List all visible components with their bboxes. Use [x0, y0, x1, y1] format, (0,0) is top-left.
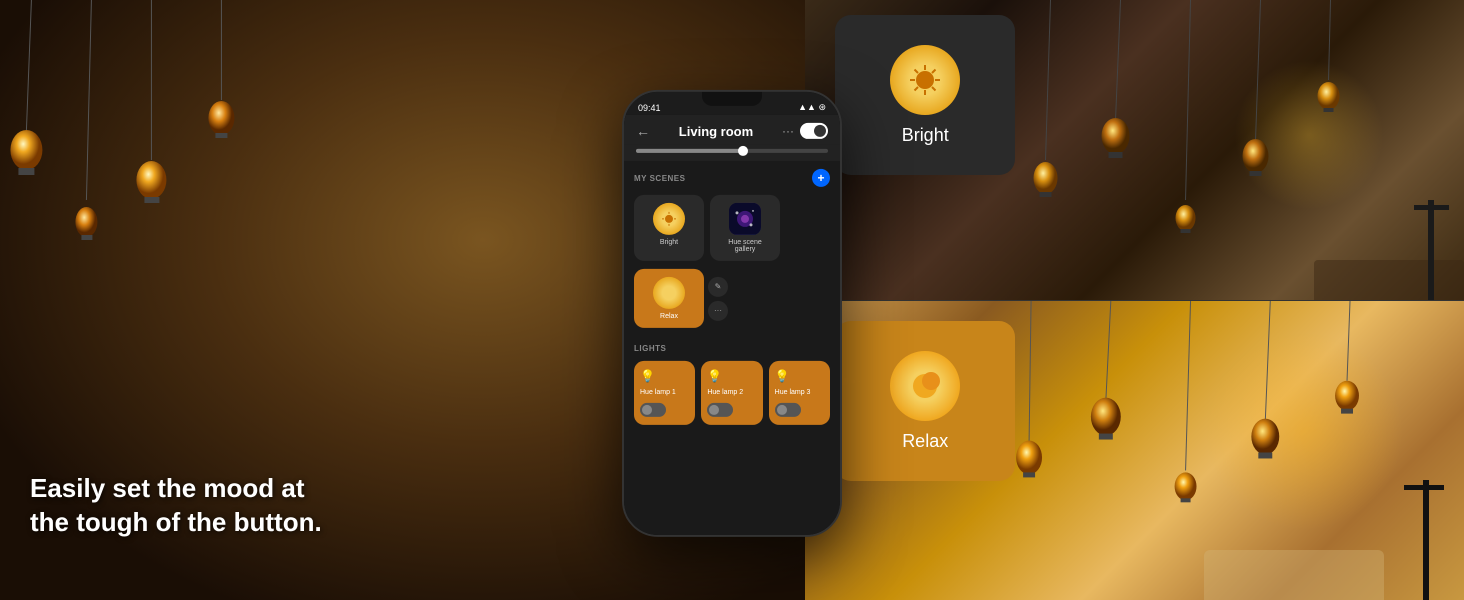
panel-top: Bright [805, 0, 1464, 300]
brightness-control [624, 145, 840, 161]
lights-section: LIGHTS 💡 Hue lamp 1 💡 Hue lamp 2 [624, 344, 840, 433]
brightness-thumb[interactable] [738, 146, 748, 156]
galaxy-icon [729, 203, 761, 235]
bright-icon [890, 45, 960, 115]
bright-scene-card[interactable]: Bright [835, 15, 1015, 175]
lamp-3-icon: 💡 [775, 369, 791, 385]
lamp-3-card[interactable]: 💡 Hue lamp 3 [769, 361, 830, 425]
sofa-hint [1204, 550, 1384, 600]
lamp-1-toggle[interactable] [640, 403, 666, 417]
add-scene-button[interactable]: + [812, 169, 830, 187]
overlay-line2: the tough of the button. [30, 506, 322, 540]
relax-scene-app-label: Relax [660, 313, 678, 320]
phone-mockup: 09:41 ▲▲ ⊛ ← Living room ··· [622, 90, 842, 537]
moon-icon [907, 368, 943, 404]
phone-container: 09:41 ▲▲ ⊛ ← Living room ··· [622, 90, 842, 537]
relax-scene-card[interactable]: Relax [835, 321, 1015, 481]
signal-icons: ▲▲ ⊛ [798, 102, 826, 113]
bright-scene-app-card[interactable]: Bright [634, 195, 704, 261]
brightness-track[interactable] [636, 149, 828, 153]
panel-bottom: Relax [805, 300, 1464, 600]
right-panels: Bright [805, 0, 1464, 600]
relax-controls: ✎ ··· [708, 276, 728, 320]
relax-scene-icon [653, 277, 685, 309]
relax-icon [890, 351, 960, 421]
phone-screen: ← Living room ··· MY SCENES + [624, 115, 840, 535]
lights-grid: 💡 Hue lamp 1 💡 Hue lamp 2 💡 Hue lamp 3 [634, 361, 830, 425]
lamp-1-card[interactable]: 💡 Hue lamp 1 [634, 361, 695, 425]
back-button[interactable]: ← [636, 123, 650, 139]
bright-scene-icon [653, 203, 685, 235]
lamp-3-toggle[interactable] [775, 403, 801, 417]
floor-lamp-arm [1414, 205, 1449, 210]
more-button[interactable]: ··· [782, 124, 794, 138]
edit-scene-button[interactable]: ✎ [708, 276, 728, 296]
floor-lamp-top [1428, 200, 1434, 300]
relax-scene-app-card[interactable]: Relax [634, 269, 704, 328]
scenes-title: MY SCENES [634, 173, 685, 182]
scenes-header: MY SCENES + [634, 169, 830, 187]
lights-title: LIGHTS [634, 344, 666, 353]
header-right: ··· [782, 123, 828, 139]
app-header: ← Living room ··· [624, 115, 840, 145]
bright-scene-app-label: Bright [660, 239, 678, 246]
relax-card-label: Relax [902, 431, 948, 452]
lamp-2-toggle[interactable] [707, 403, 733, 417]
gallery-scene-card[interactable]: Hue scene gallery [710, 195, 780, 261]
gallery-scene-icon [729, 203, 761, 235]
overlay-text: Easily set the mood at the tough of the … [30, 472, 322, 540]
room-title: Living room [679, 123, 753, 138]
lamp-1-label: Hue lamp 1 [640, 389, 676, 397]
lamp-1-icon: 💡 [640, 369, 656, 385]
floor-lamp-bottom [1423, 480, 1429, 600]
relax-scene-row: Relax ✎ ··· [634, 269, 830, 328]
gallery-scene-label: Hue scene gallery [718, 239, 772, 253]
lamp-2-card[interactable]: 💡 Hue lamp 2 [701, 361, 762, 425]
status-bar: 09:41 ▲▲ ⊛ [624, 92, 840, 115]
notch [702, 92, 762, 106]
sun-small-icon [661, 211, 677, 227]
lights-header: LIGHTS [634, 344, 830, 353]
bright-card-label: Bright [902, 125, 949, 146]
scenes-section: MY SCENES + [624, 161, 840, 344]
scenes-grid: Bright [634, 195, 830, 261]
lamp-arm-bottom [1404, 485, 1444, 490]
more-scene-button[interactable]: ··· [708, 300, 728, 320]
sun-icon [907, 62, 943, 98]
brightness-fill [636, 149, 742, 153]
furniture-hint [1314, 260, 1464, 300]
time-display: 09:41 [638, 102, 661, 112]
lamp-2-icon: 💡 [707, 369, 723, 385]
lamp-2-label: Hue lamp 2 [707, 389, 743, 397]
overlay-line1: Easily set the mood at [30, 472, 322, 506]
room-toggle[interactable] [800, 123, 828, 139]
lamp-3-label: Hue lamp 3 [775, 389, 811, 397]
